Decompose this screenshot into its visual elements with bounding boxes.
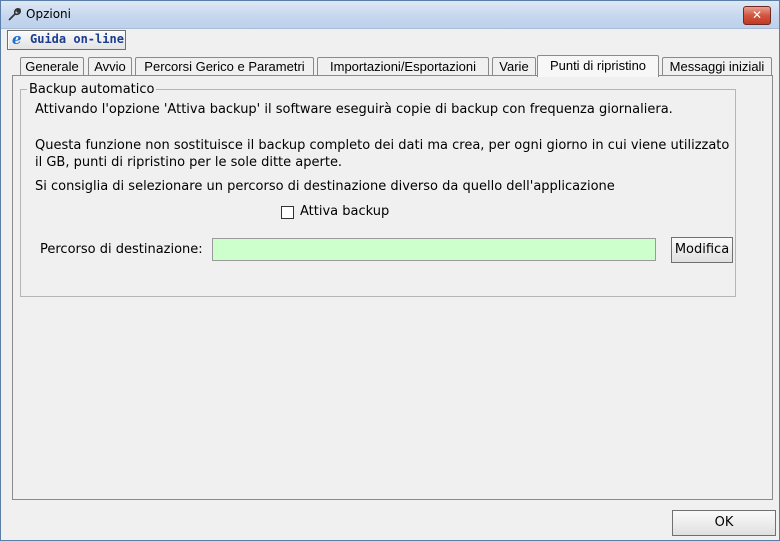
attiva-backup-label[interactable]: Attiva backup: [300, 204, 389, 219]
tab-messaggi[interactable]: Messaggi iniziali: [662, 57, 772, 75]
info-line-3: il GB, punti di ripristino per le sole d…: [35, 155, 343, 170]
guida-online-button[interactable]: e Guida on-line: [7, 30, 126, 50]
destination-path-field[interactable]: [212, 238, 656, 261]
ok-button[interactable]: OK: [672, 510, 776, 536]
tab-generale[interactable]: Generale: [20, 57, 84, 75]
tab-avvio[interactable]: Avvio: [88, 57, 132, 75]
tab-varie[interactable]: Varie: [492, 57, 536, 75]
window-title: Opzioni: [26, 7, 71, 21]
guida-online-label: Guida on-line: [30, 32, 124, 46]
tab-punti-ripristino[interactable]: Punti di ripristino: [537, 55, 659, 77]
info-line-4: Si consiglia di selezionare un percorso …: [35, 179, 615, 194]
wrench-icon: [8, 8, 21, 21]
info-line-2: Questa funzione non sostituisce il backu…: [35, 138, 730, 153]
attiva-backup-checkbox[interactable]: [281, 206, 294, 219]
tab-percorsi[interactable]: Percorsi Gerico e Parametri: [135, 57, 314, 75]
title-bar[interactable]: Opzioni ✕: [1, 1, 779, 29]
tab-importazioni[interactable]: Importazioni/Esportazioni: [317, 57, 489, 75]
modifica-button[interactable]: Modifica: [671, 237, 733, 263]
close-button[interactable]: ✕: [743, 6, 771, 25]
options-window: Opzioni ✕ e Guida on-line Generale Avvio…: [0, 0, 780, 541]
info-line-1: Attivando l'opzione 'Attiva backup' il s…: [35, 102, 673, 117]
tab-strip: Generale Avvio Percorsi Gerico e Paramet…: [1, 55, 779, 77]
dest-label: Percorso di destinazione:: [40, 242, 203, 257]
ie-icon: e: [12, 30, 22, 48]
group-title: Backup automatico: [27, 82, 157, 97]
